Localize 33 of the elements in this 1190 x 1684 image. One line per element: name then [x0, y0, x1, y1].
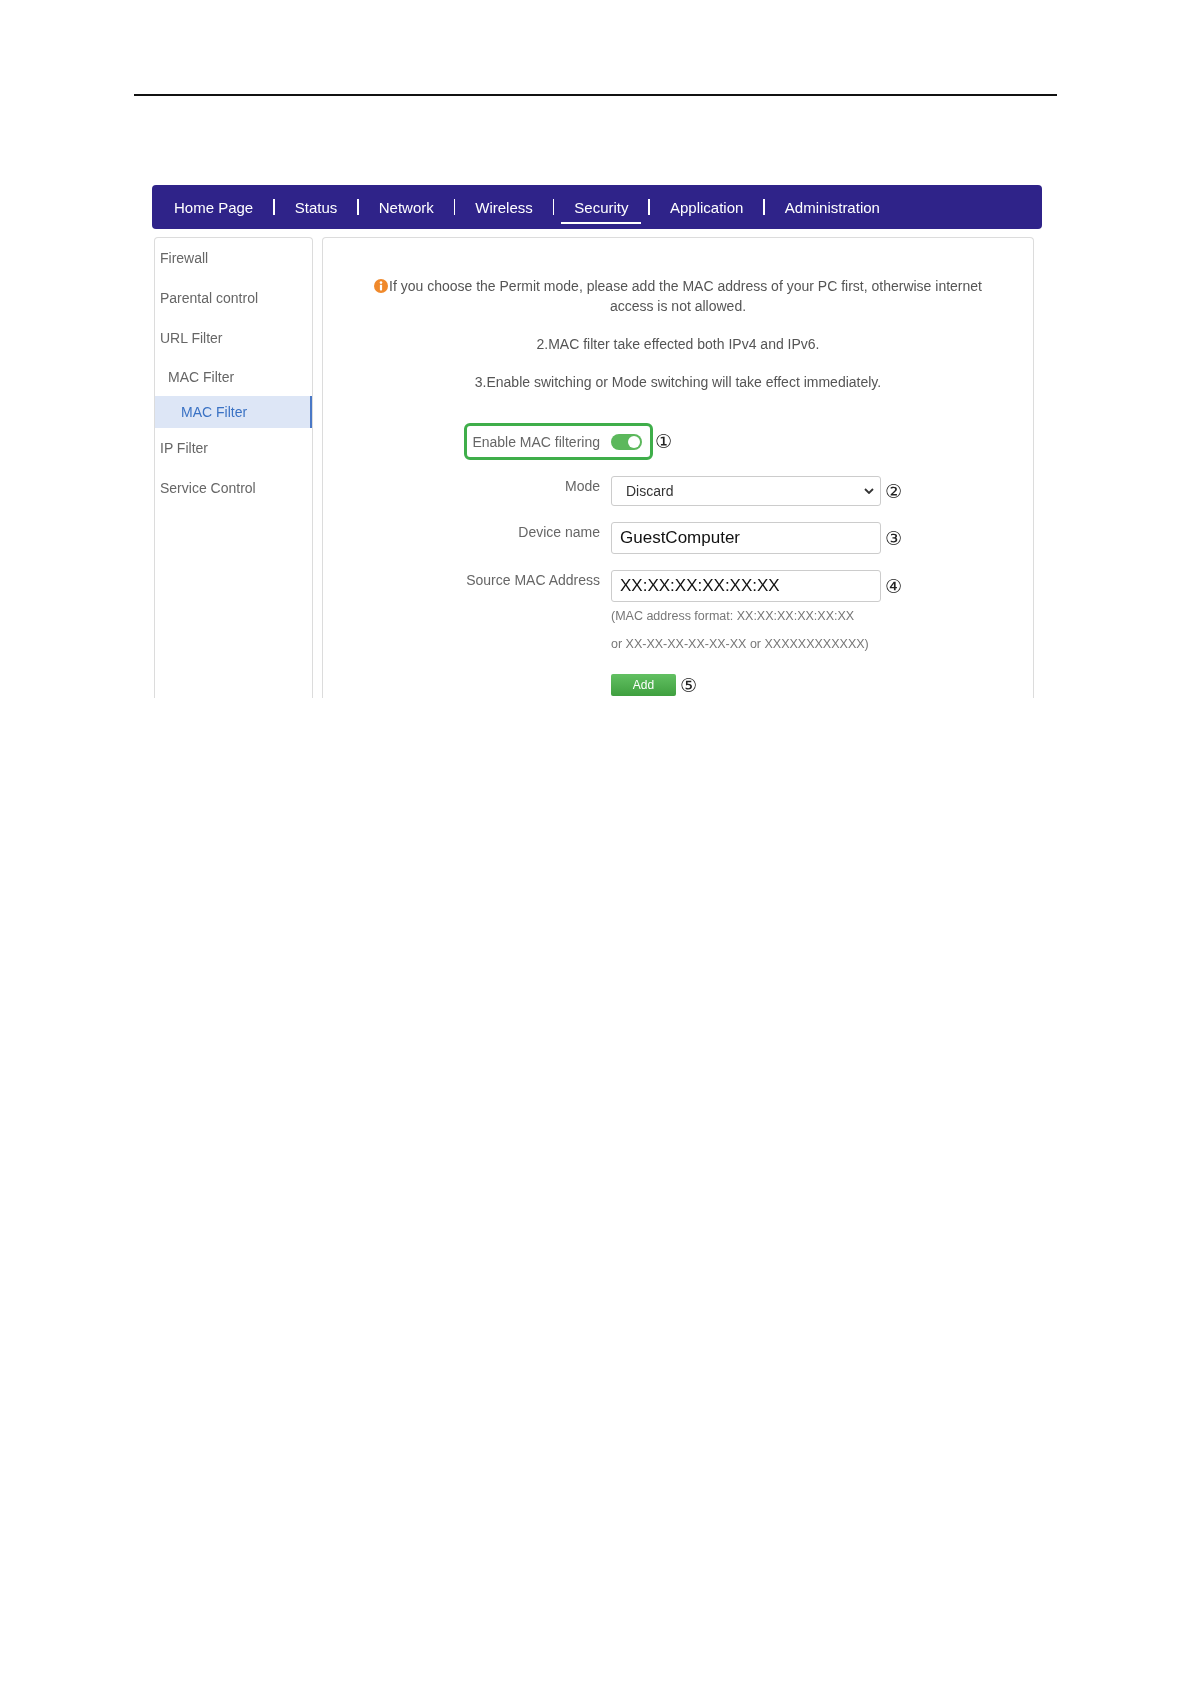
notice-text: 2.MAC filter take effected both IPv4 and IPv6. [536, 336, 820, 352]
nav-tab[interactable]: Security [561, 190, 642, 224]
field-label: Source MAC Address [465, 571, 600, 590]
callout-number: ⑤ [680, 675, 698, 695]
sidebar-item[interactable]: URL Filter [155, 318, 312, 358]
callout-number: ② [885, 481, 903, 501]
field-label: Enable MAC filtering [472, 432, 600, 452]
toggle-switch[interactable] [611, 433, 642, 450]
field-label: Mode [563, 477, 600, 496]
nav-tab[interactable]: Status [281, 190, 351, 224]
input-field[interactable]: GuestComputer [611, 522, 881, 554]
callout-number: ③ [885, 528, 903, 548]
nav-tab[interactable]: Application [656, 190, 757, 224]
nav-tab[interactable]: Wireless [462, 190, 546, 224]
caret-icon [864, 488, 874, 494]
nav-tab[interactable]: Network [365, 190, 447, 224]
sidebar-item[interactable]: Parental control [155, 278, 312, 318]
field-label: Device name [517, 523, 600, 542]
notice-text: 3.Enable switching or Mode switching will take effect immediately. [474, 374, 882, 390]
nav-tab[interactable]: Administration [771, 190, 893, 224]
sidebar-item[interactable]: MAC Filter [155, 358, 312, 396]
sidebar-item[interactable]: IP Filter [155, 428, 312, 468]
notice-text: If you choose the Permit mode, please add the MAC address of your PC first, otherwise internet access is not allowed. [389, 278, 982, 314]
sidebar-item[interactable]: Service Control [155, 468, 312, 508]
sidebar-item[interactable]: Firewall [155, 238, 312, 278]
callout-number: ① [655, 432, 673, 451]
mode-select[interactable]: Discard [611, 476, 881, 506]
input-field[interactable]: XX:XX:XX:XX:XX:XX [611, 570, 881, 602]
format-hint: (MAC address format: XX:XX:XX:XX:XX:XX or XX-XX-XX-XX-XX-XX or XXXXXXXXXXXX) [611, 608, 869, 653]
callout-number: ④ [885, 576, 903, 596]
info-icon [374, 279, 388, 293]
nav-tab[interactable]: Home Page [161, 190, 267, 224]
sidebar-subitem[interactable]: MAC Filter [155, 396, 312, 428]
